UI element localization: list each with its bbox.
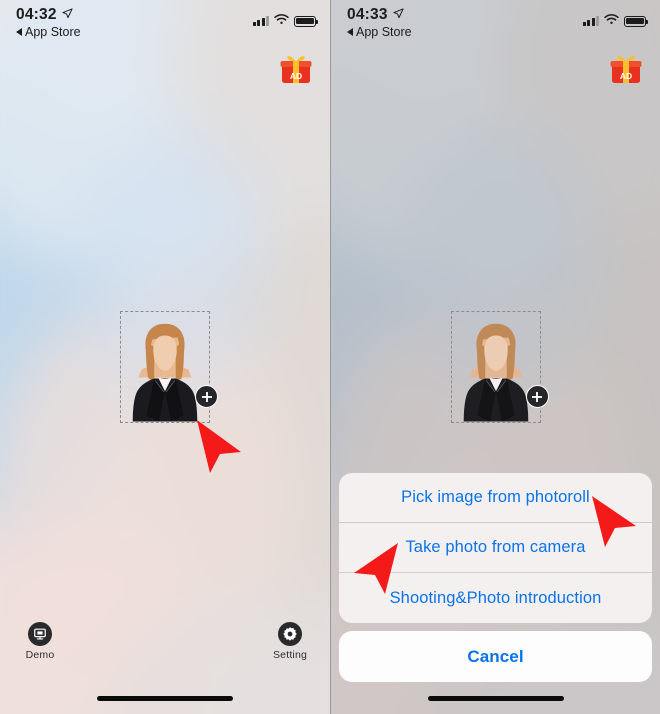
cursor-arrow-add-photo <box>194 418 246 481</box>
gift-box-ad-icon[interactable]: AD <box>279 52 313 86</box>
gift-box-ad-icon[interactable]: AD <box>609 52 643 86</box>
battery-icon <box>294 15 319 27</box>
home-indicator[interactable] <box>427 696 564 701</box>
screenshot-pair: 04:32 App Store AD Demo Setting 04:33 Ap… <box>0 0 660 714</box>
status-bar: 04:33 App Store <box>331 0 660 46</box>
person-avatar-placeholder-icon <box>463 323 528 422</box>
back-label: App Store <box>356 25 412 39</box>
svg-text:AD: AD <box>620 71 632 81</box>
plus-icon <box>201 391 212 402</box>
plus-icon <box>532 391 542 402</box>
home-indicator[interactable] <box>97 696 233 701</box>
back-triangle-icon <box>16 28 22 36</box>
demo-label: Demo <box>25 648 55 661</box>
demo-button[interactable]: Demo <box>14 621 66 661</box>
location-arrow-icon <box>393 6 404 24</box>
cursor-arrow-pick-image <box>589 494 641 555</box>
gear-icon <box>278 621 302 646</box>
add-photo-plus-button[interactable] <box>525 385 549 408</box>
svg-text:AD: AD <box>290 71 302 81</box>
person-avatar-placeholder-icon <box>132 323 198 422</box>
phone-screen-after: 04:33 App Store AD Pick image from photo… <box>330 0 660 714</box>
status-bar-left: 04:33 App Store <box>347 6 412 39</box>
status-bar: 04:32 App Store <box>0 0 330 46</box>
add-photo-plus-button[interactable] <box>195 385 218 408</box>
wifi-icon <box>604 12 619 30</box>
setting-label: Setting <box>272 648 308 661</box>
back-label: App Store <box>25 25 81 39</box>
status-time-group: 04:32 <box>16 6 81 24</box>
phone-screen-before: 04:32 App Store AD Demo Setting <box>0 0 330 714</box>
status-bar-right <box>252 6 319 30</box>
back-triangle-icon <box>347 28 353 36</box>
cursor-arrow-take-photo <box>349 541 401 602</box>
cancel-button[interactable]: Cancel <box>339 631 652 682</box>
status-bar-right <box>582 6 649 30</box>
setting-button[interactable]: Setting <box>264 621 316 661</box>
demo-monitor-icon <box>28 621 52 646</box>
status-time: 04:33 <box>347 6 388 23</box>
status-time-group: 04:33 <box>347 6 412 24</box>
photo-placeholder-box[interactable] <box>450 311 549 423</box>
wifi-icon <box>274 12 289 30</box>
back-to-app-store[interactable]: App Store <box>347 25 412 39</box>
location-arrow-icon <box>62 6 73 24</box>
cellular-signal-icon <box>582 16 599 26</box>
battery-icon <box>624 15 649 27</box>
photo-placeholder-box[interactable] <box>120 311 218 423</box>
status-bar-left: 04:32 App Store <box>16 6 81 39</box>
status-time: 04:32 <box>16 6 57 23</box>
back-to-app-store[interactable]: App Store <box>16 25 81 39</box>
cellular-signal-icon <box>252 16 269 26</box>
bottom-toolbar: Demo Setting <box>0 614 330 668</box>
